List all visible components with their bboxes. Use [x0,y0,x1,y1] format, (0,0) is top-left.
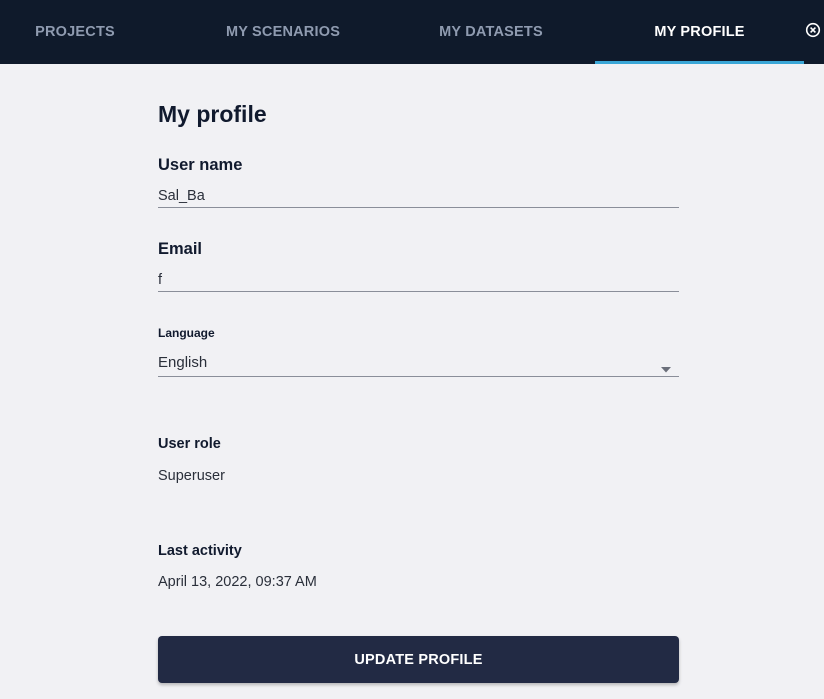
email-label: Email [158,240,203,258]
email-field[interactable] [158,268,679,292]
username-field[interactable] [158,184,679,208]
language-label: Language [158,326,215,340]
page-title: My profile [158,101,267,127]
tab-projects[interactable]: PROJECTS [0,0,150,64]
tab-my-scenarios[interactable]: MY SCENARIOS [180,0,386,64]
update-profile-button[interactable]: UPDATE PROFILE [158,636,679,683]
close-icon[interactable] [805,22,821,38]
language-select[interactable]: English [158,349,679,377]
user-role-value: Superuser [158,468,225,484]
tab-my-datasets[interactable]: MY DATASETS [396,0,586,64]
active-tab-indicator [595,61,804,64]
language-selected-value: English [158,354,208,371]
last-activity-value: April 13, 2022, 09:37 AM [158,574,317,590]
username-label: User name [158,156,243,174]
tab-my-profile[interactable]: MY PROFILE [595,0,804,64]
user-role-label: User role [158,436,221,452]
top-navigation: PROJECTS MY SCENARIOS MY DATASETS MY PRO… [0,0,824,64]
chevron-down-icon [661,360,671,373]
last-activity-label: Last activity [158,543,242,559]
